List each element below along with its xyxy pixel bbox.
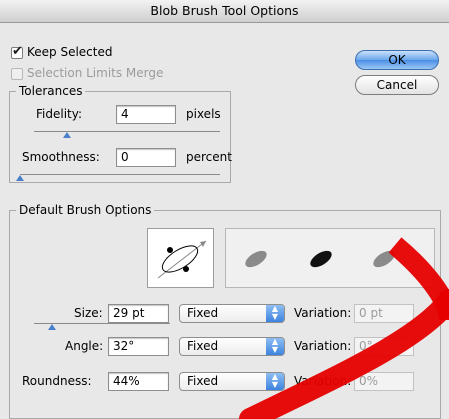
roundness-input[interactable]: 44% [108,372,169,391]
brush-stroke-preview-shapes [245,250,395,268]
size-input[interactable]: 29 pt [108,304,169,323]
select-arrows-icon: ▲ ▼ [266,373,284,390]
keep-selected-checkbox[interactable] [11,44,23,59]
smoothness-unit: percent [186,150,232,164]
brush-shape-preview[interactable] [147,228,214,288]
angle-label: Angle: [65,339,104,353]
selection-limits-merge-label: Selection Limits Merge [27,66,164,80]
angle-variation-input[interactable]: 0° [354,337,414,356]
selection-limits-merge-checkbox[interactable] [11,68,23,80]
angle-mode-value: Fixed [187,339,219,353]
brush-shape-diagram [157,240,207,279]
size-slider-thumb[interactable] [48,324,56,330]
tolerances-title: Tolerances [16,84,86,98]
select-arrows-icon: ▲ ▼ [266,305,284,322]
smoothness-label: Smoothness: [22,150,100,164]
window-title: Blob Brush Tool Options [0,0,449,23]
fidelity-slider-thumb[interactable] [63,132,71,138]
smoothness-input[interactable]: 0 [116,148,176,167]
fidelity-input[interactable]: 4 [116,105,176,124]
angle-input[interactable]: 32° [108,337,169,356]
ok-button[interactable]: OK [355,50,439,70]
roundness-mode-select[interactable]: Fixed ▲ ▼ [179,372,285,391]
keep-selected-label: Keep Selected [27,45,113,59]
blob-brush-dialog: Keep Selected Selection Limits Merge OK … [0,23,449,419]
angle-variation-label: Variation: [294,339,352,353]
fidelity-slider-track[interactable] [34,131,220,132]
select-arrows-icon: ▲ ▼ [266,338,284,355]
roundness-handle-top[interactable] [167,247,173,253]
fidelity-label: Fidelity: [36,107,83,121]
angle-mode-select[interactable]: Fixed ▲ ▼ [179,337,285,356]
size-variation-input[interactable]: 0 pt [354,304,414,323]
size-label: Size: [74,306,103,320]
size-mode-select[interactable]: Fixed ▲ ▼ [179,304,285,323]
roundness-handle-bottom[interactable] [183,266,189,272]
smoothness-slider-track[interactable] [20,174,220,175]
cancel-button[interactable]: Cancel [355,75,439,95]
default-brush-options-title: Default Brush Options [16,203,155,217]
roundness-mode-value: Fixed [187,374,219,388]
roundness-label: Roundness: [22,374,92,388]
size-mode-value: Fixed [187,306,219,320]
fidelity-unit: pixels [186,107,221,121]
roundness-variation-input[interactable]: 0% [354,372,414,391]
smoothness-slider-thumb[interactable] [16,175,24,181]
size-variation-label: Variation: [294,306,352,320]
roundness-variation-label: Variation: [294,374,352,388]
brush-stroke-preview [225,228,435,288]
